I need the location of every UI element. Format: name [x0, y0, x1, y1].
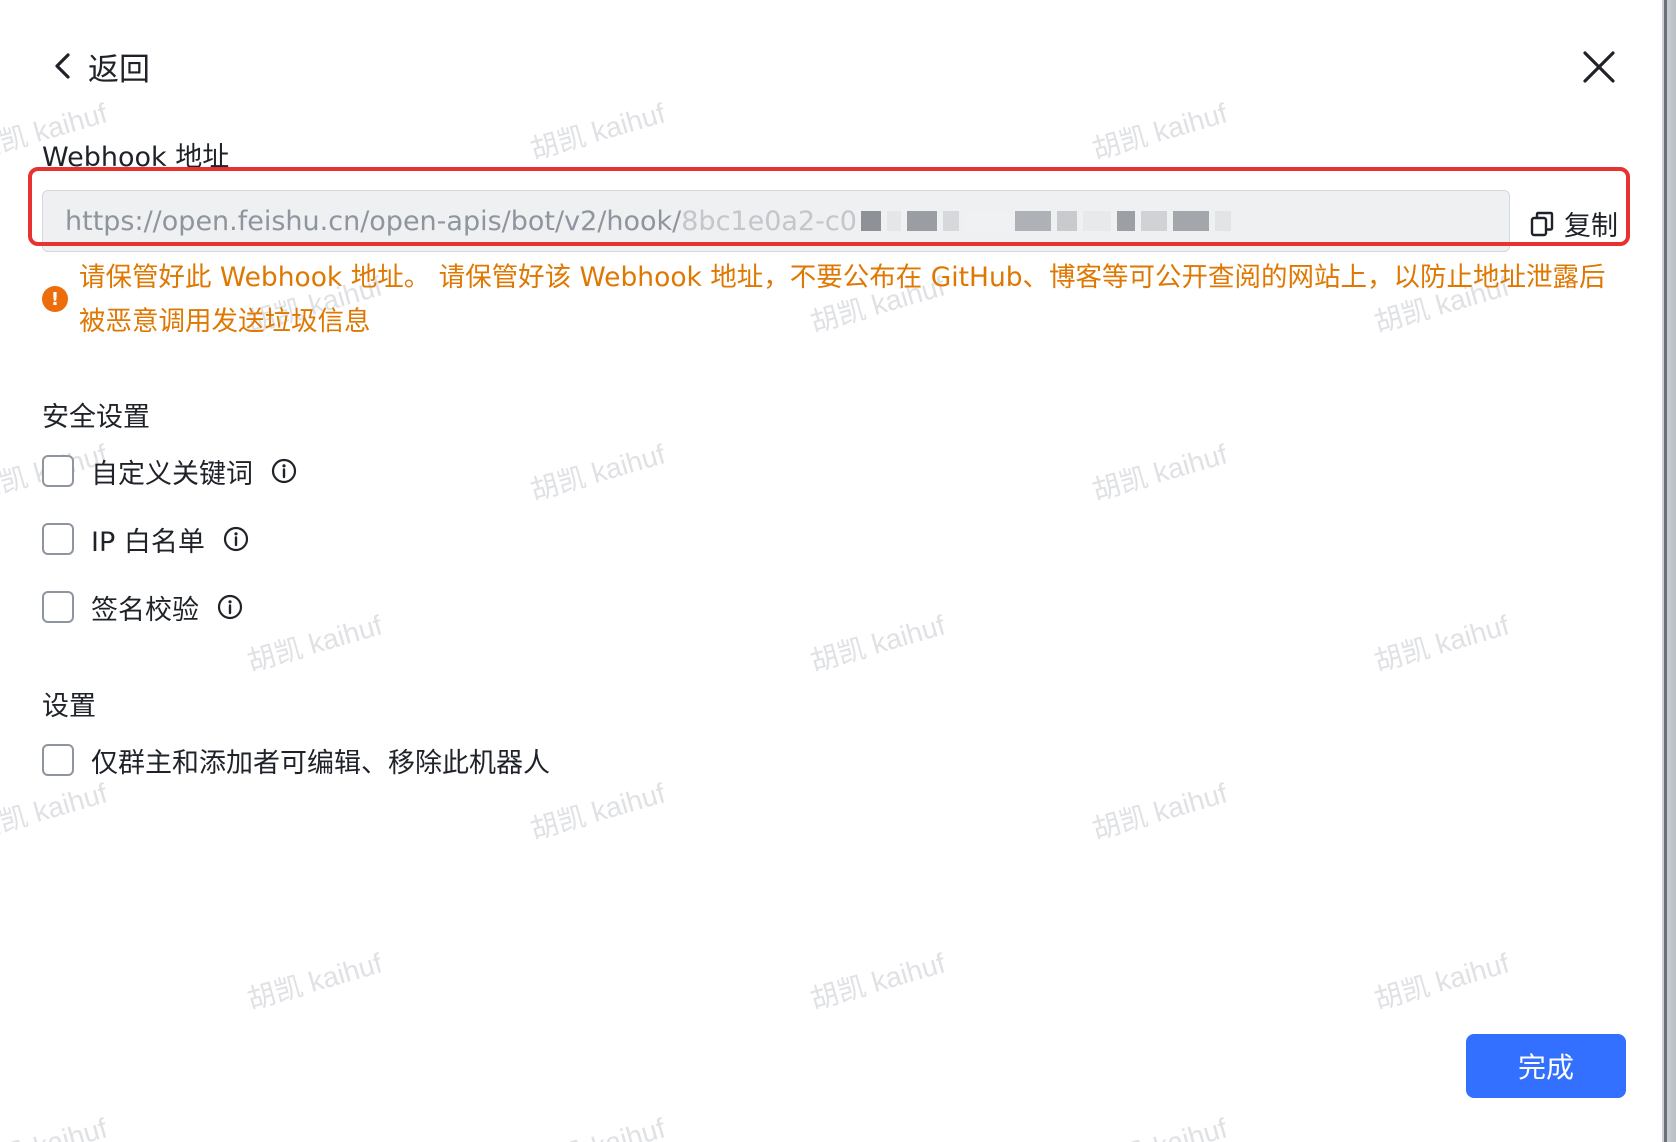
copy-label: 复制 — [1564, 211, 1618, 242]
ip-whitelist-label: IP 白名单 — [91, 526, 205, 558]
window-edge-line — [1664, 0, 1667, 1142]
back-button[interactable]: 返回 — [52, 46, 150, 88]
owner-edit-only-option[interactable]: 仅群主和添加者可编辑、移除此机器人 — [42, 740, 550, 780]
watermark: 胡凯 kaihuf — [0, 1107, 111, 1142]
ip-whitelist-option[interactable]: IP 白名单 — [42, 519, 249, 559]
watermark: 胡凯 kaihuf — [525, 1107, 669, 1142]
webhook-warning-text: 请保管好此 Webhook 地址。 请保管好该 Webhook 地址，不要公布在… — [79, 262, 1606, 337]
watermark: 胡凯 kaihuf — [243, 947, 386, 1016]
info-icon[interactable] — [217, 594, 243, 620]
ip-whitelist-checkbox[interactable] — [42, 523, 74, 555]
watermark: 胡凯 kaihuf — [1370, 609, 1513, 678]
custom-keyword-option[interactable]: 自定义关键词 — [42, 451, 297, 491]
watermark: 胡凯 kaihuf — [1370, 947, 1513, 1016]
security-section-title: 安全设置 — [42, 402, 150, 433]
custom-keyword-label: 自定义关键词 — [91, 458, 253, 490]
close-icon — [1583, 51, 1615, 83]
watermark: 胡凯 kaihuf — [526, 777, 669, 846]
info-icon[interactable] — [223, 526, 249, 552]
warning-icon: ! — [42, 286, 68, 312]
watermark: 胡凯 kaihuf — [243, 609, 386, 678]
highlight-annotation — [28, 167, 1630, 246]
copy-icon — [1530, 211, 1554, 236]
signature-check-label: 签名校验 — [91, 594, 199, 626]
signature-check-option[interactable]: 签名校验 — [42, 587, 243, 627]
watermark: 胡凯 kaihuf — [526, 97, 669, 166]
chevron-left-icon — [55, 53, 70, 79]
signature-check-checkbox[interactable] — [42, 591, 74, 623]
owner-edit-only-checkbox[interactable] — [42, 744, 74, 776]
settings-section-title: 设置 — [42, 691, 96, 722]
info-icon[interactable] — [271, 458, 297, 484]
watermark: 胡凯 kaihuf — [1088, 777, 1231, 846]
done-button[interactable]: 完成 — [1466, 1034, 1626, 1098]
watermark: 胡凯 kaihuf — [0, 777, 111, 846]
watermark: 胡凯 kaihuf — [1088, 438, 1231, 507]
watermark: 胡凯 kaihuf — [1087, 1107, 1231, 1142]
webhook-dialog: 胡凯 kaihuf 胡凯 kaihuf 胡凯 kaihuf 胡凯 kaihuf … — [0, 0, 1662, 1142]
back-label: 返回 — [88, 51, 150, 88]
watermark: 胡凯 kaihuf — [806, 609, 949, 678]
watermark: 胡凯 kaihuf — [1088, 97, 1231, 166]
owner-edit-only-label: 仅群主和添加者可编辑、移除此机器人 — [91, 747, 550, 779]
custom-keyword-checkbox[interactable] — [42, 455, 74, 487]
watermark: 胡凯 kaihuf — [526, 438, 669, 507]
copy-button[interactable]: 复制 — [1530, 204, 1618, 243]
watermark: 胡凯 kaihuf — [806, 947, 949, 1016]
close-button[interactable] — [1580, 48, 1618, 86]
